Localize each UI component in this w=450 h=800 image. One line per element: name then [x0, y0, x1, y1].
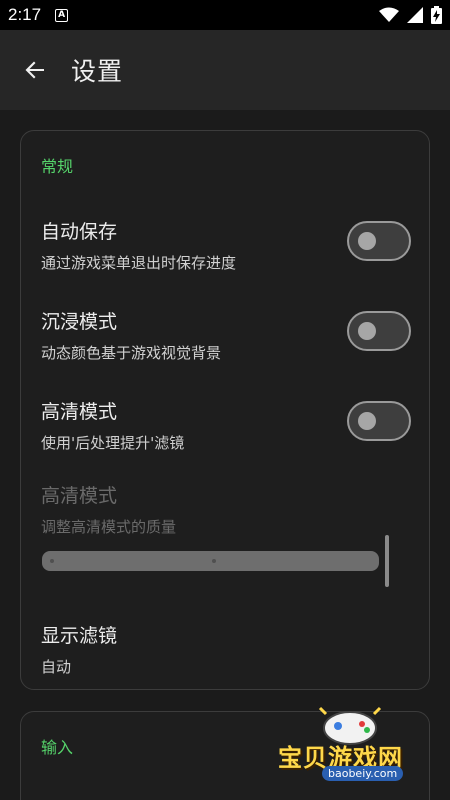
slider-tick: [50, 559, 54, 563]
display-filter-title: 显示滤镜: [41, 625, 118, 647]
setting-auto-save[interactable]: 自动保存 通过游戏菜单退出时保存进度: [41, 217, 411, 273]
setting-hd-quality: 高清模式 调整高清模式的质量: [41, 481, 411, 537]
section-header-input: 输入: [41, 738, 74, 757]
toggle-thumb: [358, 322, 376, 340]
toggle-thumb: [358, 232, 376, 250]
status-icons: [379, 6, 442, 24]
display-filter-value: 自动: [41, 658, 72, 676]
hd-quality-title: 高清模式: [41, 485, 118, 507]
hd-mode-toggle[interactable]: [347, 401, 411, 441]
settings-content[interactable]: 常规 自动保存 通过游戏菜单退出时保存进度 沉浸模式 动态颜色基于游戏视觉背景 …: [0, 110, 450, 800]
back-arrow-icon[interactable]: [23, 58, 47, 82]
general-settings-card: 常规 自动保存 通过游戏菜单退出时保存进度 沉浸模式 动态颜色基于游戏视觉背景 …: [20, 130, 430, 690]
hd-quality-subtitle: 调整高清模式的质量: [41, 518, 177, 536]
section-header-general: 常规: [41, 157, 74, 176]
slider-tick: [212, 559, 216, 563]
setting-hd-mode[interactable]: 高清模式 使用'后处理提升'滤镜: [41, 397, 411, 453]
setting-display-filter[interactable]: 显示滤镜 自动: [41, 621, 411, 677]
app-bar: 设置: [0, 30, 450, 110]
immersive-mode-toggle[interactable]: [347, 311, 411, 351]
hd-quality-slider-handle[interactable]: [385, 535, 389, 587]
battery-charging-icon: [431, 6, 442, 24]
toggle-thumb: [358, 412, 376, 430]
setting-immersive-mode[interactable]: 沉浸模式 动态颜色基于游戏视觉背景: [41, 307, 411, 363]
status-bar: 2:17 A: [0, 0, 450, 30]
notification-icon: A: [55, 8, 69, 22]
watermark-logo: 宝贝游戏网 baobeiy.com: [270, 700, 430, 795]
hd-quality-slider-track[interactable]: [42, 551, 379, 571]
watermark-url: baobeiy.com: [322, 766, 404, 781]
signal-icon: [407, 7, 423, 23]
auto-save-toggle[interactable]: [347, 221, 411, 261]
page-title: 设置: [71, 57, 124, 86]
status-time: 2:17: [8, 5, 42, 24]
wifi-icon: [379, 7, 399, 22]
